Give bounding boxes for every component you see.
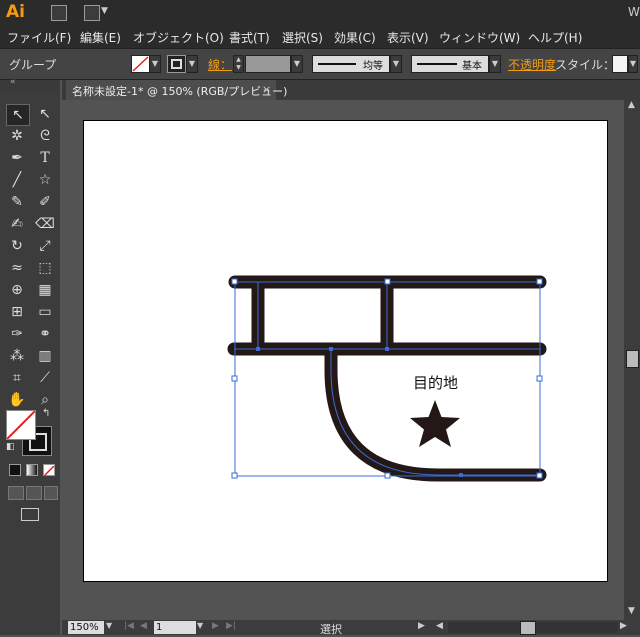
none-color-icon	[6, 410, 36, 440]
selection-outline	[234, 281, 541, 477]
status-bar: 150% ▼ |◀ ◀ 1 ▼ ▶ ▶| 選択 ▶ ◀ ▶	[62, 620, 640, 636]
artboard-dropdown-icon[interactable]: ▼	[197, 621, 203, 630]
last-artboard-icon[interactable]: ▶|	[226, 621, 236, 631]
first-artboard-icon[interactable]: |◀	[124, 621, 134, 631]
previous-artboard-icon[interactable]: ◀	[140, 621, 147, 631]
artboard-number-field[interactable]: 1	[154, 621, 196, 634]
scroll-right-icon[interactable]: ▶	[620, 621, 627, 631]
vertical-scrollbar[interactable]: ▲ ▼	[624, 100, 640, 620]
scroll-down-icon[interactable]: ▼	[628, 606, 635, 616]
destination-label[interactable]: 目的地	[413, 372, 458, 393]
horizontal-scroll-thumb[interactable]	[520, 621, 536, 635]
status-menu-icon[interactable]: ▶	[418, 621, 425, 631]
vertical-scroll-thumb[interactable]	[626, 350, 639, 368]
next-artboard-icon[interactable]: ▶	[212, 621, 219, 631]
scroll-left-icon[interactable]: ◀	[436, 621, 443, 631]
zoom-dropdown-icon[interactable]: ▼	[106, 621, 112, 630]
destination-star[interactable]	[410, 400, 460, 447]
zoom-field[interactable]: 150%	[68, 621, 104, 634]
scroll-up-icon[interactable]: ▲	[628, 100, 635, 110]
artwork-layer	[227, 275, 547, 482]
fill-color-box[interactable]	[6, 410, 36, 440]
